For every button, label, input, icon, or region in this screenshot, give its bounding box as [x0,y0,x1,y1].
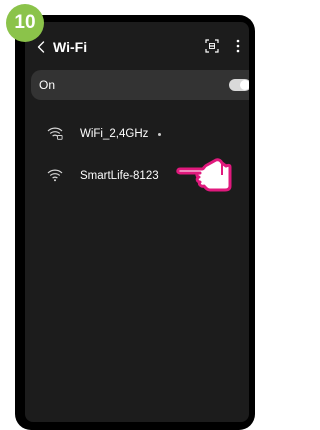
more-vertical-icon[interactable] [233,38,243,54]
page-title: Wi-Fi [53,39,88,55]
network-name: WiFi_2,4GHz [80,128,149,140]
network-item[interactable]: WiFi_2,4GHz [25,116,249,152]
chevron-left-icon[interactable] [34,38,48,56]
wifi-toggle-switch[interactable] [229,79,249,91]
wifi-toggle-label: On [39,78,56,92]
step-number: 10 [14,12,36,33]
wifi-icon [47,168,63,182]
toggle-knob [240,80,249,90]
phone-screen: Wi-Fi On WiFi_2,4GHz SmartLife-8123 [25,22,249,422]
saved-indicator [158,133,161,136]
wifi-lock-icon [47,126,63,140]
network-name: SmartLife-8123 [80,170,159,182]
step-badge: 10 [6,4,44,42]
qr-scan-icon[interactable] [205,39,219,53]
wifi-toggle-row[interactable]: On [31,70,249,100]
pointing-hand-icon [174,153,238,193]
wifi-header: Wi-Fi [25,30,249,64]
